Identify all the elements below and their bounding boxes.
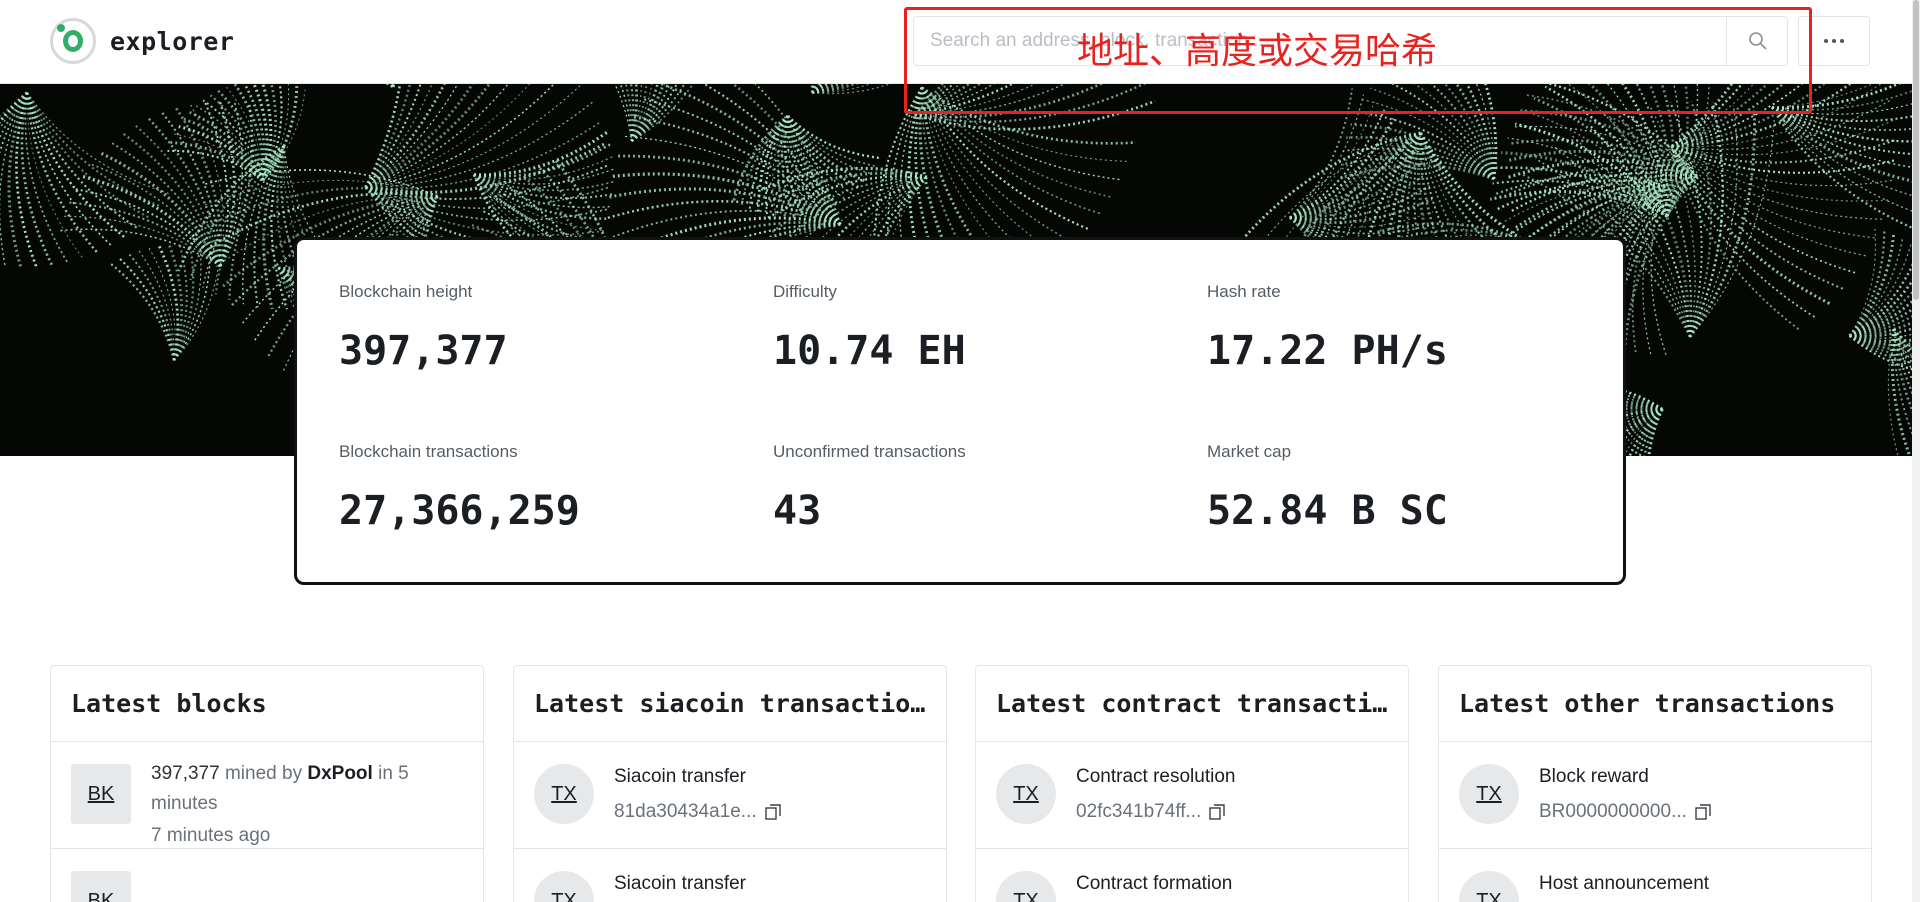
block-badge[interactable]: BK	[71, 871, 131, 902]
tx-badge[interactable]: TX	[534, 871, 594, 902]
tx-hash[interactable]: BR0000000000...	[1539, 801, 1687, 823]
stat-value: 397,377	[339, 328, 508, 374]
logo-icon[interactable]	[50, 18, 96, 64]
tx-badge[interactable]: TX	[1459, 871, 1519, 902]
stat-label: Blockchain height	[339, 282, 473, 301]
transaction-row[interactable]: TX Host announcement	[1439, 849, 1871, 902]
miner-name[interactable]: DxPool	[307, 763, 372, 784]
annotation-text: 地址、高度或交易哈希	[1077, 31, 1438, 72]
panel-title: Latest blocks	[51, 666, 483, 742]
tx-type: Siacoin transfer	[614, 766, 747, 787]
tx-hash-line: 81da30434a1e...	[614, 801, 781, 823]
block-row[interactable]: BK 397,377 mined by DxPool in 5 minutes …	[51, 742, 483, 849]
stat-value: 52.84 B SC	[1207, 488, 1448, 534]
panel-title: Latest contract transactions	[976, 666, 1408, 742]
tx-hash-line: 02fc341b74ff...	[1076, 801, 1226, 823]
stat-label: Hash rate	[1207, 282, 1281, 301]
transaction-row[interactable]: TX Contract resolution 02fc341b74ff...	[976, 742, 1408, 849]
tx-hash[interactable]: 81da30434a1e...	[614, 801, 757, 823]
block-summary: 397,377 mined by DxPool in 5 minutes	[151, 759, 451, 819]
transaction-row[interactable]: TX Block reward BR0000000000...	[1439, 742, 1871, 849]
stat-difficulty: Difficulty 10.74 EH	[773, 282, 1173, 374]
tx-badge[interactable]: TX	[996, 871, 1056, 902]
stat-label: Blockchain transactions	[339, 442, 518, 461]
block-time: 7 minutes ago	[151, 825, 271, 846]
block-height[interactable]: 397,377	[151, 763, 220, 784]
tx-type: Host announcement	[1539, 873, 1710, 894]
copy-icon[interactable]	[764, 804, 781, 820]
panel-title: Latest siacoin transactions	[514, 666, 946, 742]
tx-hash[interactable]: 02fc341b74ff...	[1076, 801, 1201, 823]
stat-market-cap: Market cap 52.84 B SC	[1207, 442, 1607, 534]
tx-badge[interactable]: TX	[996, 764, 1056, 824]
block-row[interactable]: BK	[51, 849, 483, 902]
network-stats-card: Blockchain height 397,377 Difficulty 10.…	[294, 237, 1626, 585]
panel-title: Latest other transactions	[1439, 666, 1871, 742]
minutes-text: minutes	[151, 793, 218, 814]
latest-other-transactions-panel: Latest other transactions TX Block rewar…	[1438, 665, 1872, 902]
more-dot	[1840, 39, 1844, 43]
mined-by-text: mined by	[224, 763, 303, 784]
block-badge[interactable]: BK	[71, 764, 131, 824]
copy-icon[interactable]	[1695, 804, 1711, 820]
latest-siacoin-transactions-panel: Latest siacoin transactions TX Siacoin t…	[513, 665, 947, 902]
more-dot	[1832, 39, 1836, 43]
stat-value: 27,366,259	[339, 488, 580, 534]
tx-type: Contract resolution	[1076, 766, 1236, 787]
stat-unconfirmed-transactions: Unconfirmed transactions 43	[773, 442, 1173, 534]
tx-type: Block reward	[1539, 766, 1649, 787]
stat-blockchain-height: Blockchain height 397,377	[339, 282, 739, 374]
scrollbar-thumb[interactable]	[1913, 0, 1919, 300]
stat-label: Unconfirmed transactions	[773, 442, 966, 461]
stat-value: 43	[773, 488, 822, 534]
tx-type: Siacoin transfer	[614, 873, 747, 894]
tx-badge[interactable]: TX	[534, 764, 594, 824]
stat-label: Market cap	[1207, 442, 1292, 461]
stat-label: Difficulty	[773, 282, 837, 301]
latest-blocks-panel: Latest blocks BK 397,377 mined by DxPool…	[50, 665, 484, 902]
latest-contract-transactions-panel: Latest contract transactions TX Contract…	[975, 665, 1409, 902]
transaction-row[interactable]: TX Siacoin transfer 81da30434a1e...	[514, 742, 946, 849]
tx-type: Contract formation	[1076, 873, 1233, 894]
tx-badge[interactable]: TX	[1459, 764, 1519, 824]
copy-icon[interactable]	[1209, 804, 1226, 820]
stat-value: 10.74 EH	[773, 328, 966, 374]
page-scrollbar[interactable]	[1912, 0, 1920, 902]
tx-hash-line: BR0000000000...	[1539, 801, 1711, 823]
in-text: in 5	[378, 763, 409, 784]
stat-blockchain-transactions: Blockchain transactions 27,366,259	[339, 442, 739, 534]
more-dot	[1824, 39, 1828, 43]
stat-value: 17.22 PH/s	[1207, 328, 1448, 374]
transaction-row[interactable]: TX Siacoin transfer	[514, 849, 946, 902]
stat-hash-rate: Hash rate 17.22 PH/s	[1207, 282, 1607, 374]
transaction-row[interactable]: TX Contract formation	[976, 849, 1408, 902]
brand-name[interactable]: explorer	[110, 27, 234, 56]
